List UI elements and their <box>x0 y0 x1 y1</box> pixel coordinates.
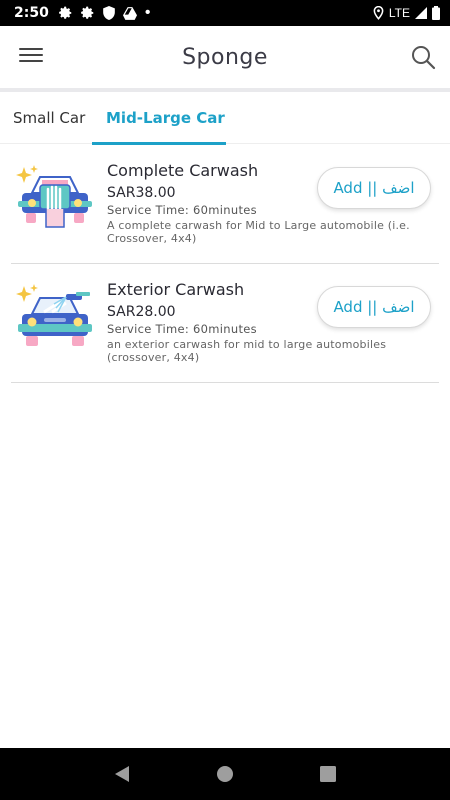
add-button[interactable]: Add || اضف <box>317 286 431 328</box>
drive-icon <box>122 6 137 20</box>
tab-small-car[interactable]: Small Car <box>0 92 92 144</box>
back-triangle-icon[interactable] <box>110 762 134 786</box>
car-spray-wash-icon <box>16 284 92 346</box>
car-hand-wash-icon <box>16 165 92 228</box>
battery-icon <box>432 6 440 20</box>
service-list: Complete Carwash SAR38.00 Service Time: … <box>0 145 450 383</box>
service-item-exterior-carwash[interactable]: Exterior Carwash SAR28.00 Service Time: … <box>11 264 439 383</box>
service-name: Complete Carwash <box>107 161 259 180</box>
search-icon[interactable] <box>410 44 436 70</box>
service-name: Exterior Carwash <box>107 280 245 299</box>
app-title: Sponge <box>182 44 268 70</box>
app-bar: Sponge <box>0 26 450 88</box>
location-icon <box>373 6 384 20</box>
service-item-complete-carwash[interactable]: Complete Carwash SAR38.00 Service Time: … <box>11 145 439 264</box>
status-time: 2:50 <box>14 5 49 21</box>
signal-icon <box>415 7 427 19</box>
service-price: SAR28.00 <box>107 304 176 320</box>
gear-icon <box>80 6 94 19</box>
service-price: SAR38.00 <box>107 185 176 201</box>
tab-bar: Small Car Mid-Large Car <box>0 92 450 145</box>
shield-icon <box>102 6 115 20</box>
tab-mid-large-car[interactable]: Mid-Large Car <box>92 92 226 145</box>
hamburger-menu-icon[interactable] <box>19 48 43 66</box>
recents-square-icon[interactable] <box>316 762 340 786</box>
service-time: Service Time: 60minutes <box>107 203 257 217</box>
dot-icon: • <box>144 4 151 21</box>
service-time: Service Time: 60minutes <box>107 322 257 336</box>
home-circle-icon[interactable] <box>213 762 237 786</box>
service-description: A complete carwash for Mid to Large auto… <box>107 219 410 245</box>
service-description: an exterior carwash for mid to large aut… <box>107 338 387 364</box>
gear-icon <box>58 6 72 19</box>
status-bar: 2:50 • LTE <box>0 0 450 26</box>
add-button[interactable]: Add || اضف <box>317 167 431 209</box>
system-nav-bar <box>0 748 450 800</box>
network-type: LTE <box>388 6 410 20</box>
